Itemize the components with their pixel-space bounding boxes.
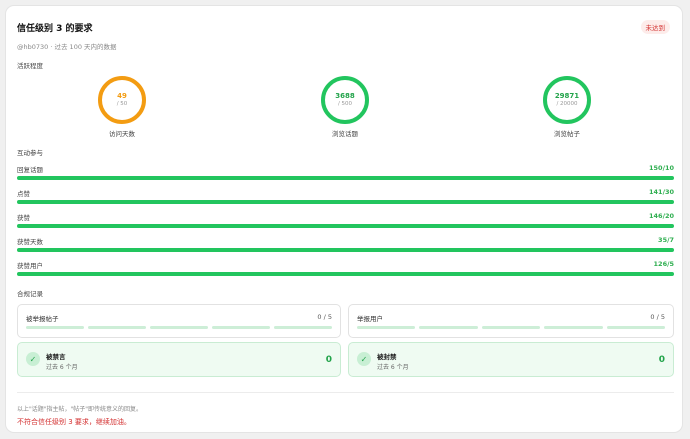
box-value: 0: [325, 355, 332, 365]
stat-label: 访问天数: [109, 130, 135, 138]
stat-topics-viewed: 3688 / 500 浏览话题: [300, 76, 390, 138]
box-label: 举报用户: [357, 315, 383, 323]
box-label: 被举报帖子: [26, 315, 59, 323]
progress-bar: [17, 224, 674, 228]
progress-ring: 49 / 50: [98, 76, 146, 124]
requirement-row: 获赞用户 126/5: [17, 260, 674, 276]
trust-level-card: 信任级别 3 的要求 未达到 @hb0730 · 过去 100 天内的数据 活跃…: [6, 6, 682, 432]
interaction-section-title: 互动参与: [17, 149, 43, 157]
divider: [17, 392, 674, 393]
requirement-label: 获赞: [17, 214, 30, 222]
requirement-row: 获赞 146/20: [17, 212, 674, 228]
requirement-row: 获赞天数 35/7: [17, 236, 674, 252]
box-value: 0: [658, 355, 665, 365]
progress-bar: [17, 176, 674, 180]
box-title: 被封禁: [377, 353, 397, 361]
segment-bar: [26, 326, 332, 329]
stat-target: / 500: [337, 101, 353, 107]
requirement-label: 获赞用户: [17, 262, 43, 270]
requirement-value: 35/7: [658, 236, 674, 244]
segment-bar: [357, 326, 666, 329]
progress-bar: [17, 200, 674, 204]
stat-value: 49: [117, 92, 127, 100]
stat-value: 29871: [554, 92, 580, 100]
requirement-label: 获赞天数: [17, 238, 43, 246]
requirement-row: 点赞 141/30: [17, 188, 674, 204]
progress-ring: 3688 / 500: [321, 76, 369, 124]
silenced-box: ✓ 被禁言 过去 6 个月 0: [17, 342, 341, 377]
footnote: 以上"话题"指主帖，"帖子"即传统意义的回复。: [17, 406, 143, 413]
requirement-value: 146/20: [649, 212, 674, 220]
check-icon: ✓: [26, 352, 40, 366]
progress-bar: [17, 248, 674, 252]
stat-label: 浏览帖子: [554, 130, 580, 138]
box-subtitle: 过去 6 个月: [46, 364, 78, 371]
reported-users-box: 举报用户 0 / 5: [348, 304, 674, 338]
stat-posts-viewed: 29871 / 20000 浏览帖子: [522, 76, 612, 138]
requirement-value: 150/10: [649, 164, 674, 172]
requirement-value: 141/30: [649, 188, 674, 196]
subtitle: @hb0730 · 过去 100 天内的数据: [17, 43, 117, 51]
requirement-row: 回复话题 150/10: [17, 164, 674, 180]
compliance-section-title: 合规记录: [17, 290, 43, 298]
stat-target: / 50: [116, 101, 128, 107]
reported-posts-box: 被举报帖子 0 / 5: [17, 304, 341, 338]
progress-bar: [17, 272, 674, 276]
stat-value: 3688: [335, 92, 355, 100]
stat-target: / 20000: [556, 101, 578, 107]
progress-ring: 29871 / 20000: [543, 76, 591, 124]
box-value: 0 / 5: [650, 313, 665, 321]
requirement-label: 回复话题: [17, 166, 43, 174]
stat-label: 浏览话题: [332, 130, 358, 138]
check-icon: ✓: [357, 352, 371, 366]
status-message: 不符合信任级别 3 要求，继续加油。: [17, 418, 131, 426]
box-value: 0 / 5: [317, 313, 332, 321]
box-subtitle: 过去 6 个月: [377, 364, 409, 371]
activity-section-title: 活跃程度: [17, 62, 43, 70]
requirement-value: 126/5: [653, 260, 674, 268]
page-title: 信任级别 3 的要求: [17, 24, 93, 34]
stat-visit-days: 49 / 50 访问天数: [77, 76, 167, 138]
box-title: 被禁言: [46, 353, 66, 361]
requirement-label: 点赞: [17, 190, 30, 198]
suspended-box: ✓ 被封禁 过去 6 个月 0: [348, 342, 674, 377]
status-badge: 未达到: [640, 20, 670, 34]
